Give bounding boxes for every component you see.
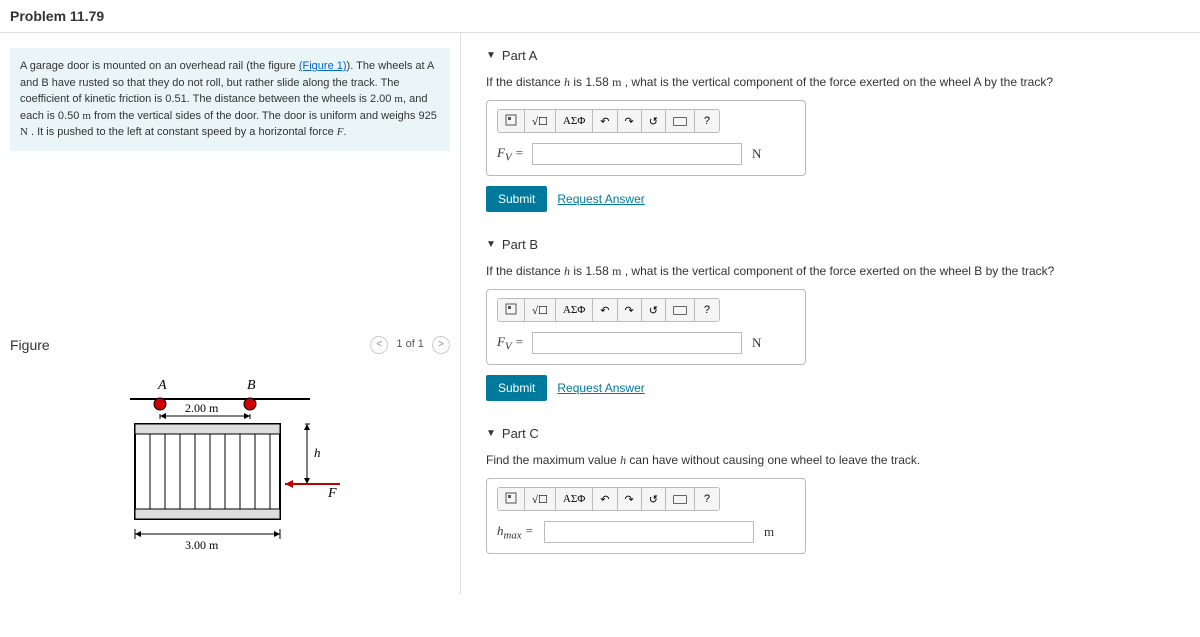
answer-input-c[interactable] <box>544 521 754 543</box>
figure-image: A B 2.00 m <box>10 369 450 572</box>
help-button[interactable]: ? <box>695 488 719 510</box>
part-b: ▼ Part B If the distance h is 1.58 m , w… <box>486 237 1175 401</box>
problem-header: Problem 11.79 <box>0 0 1200 33</box>
undo-button[interactable]: ↶ <box>593 299 617 321</box>
redo-icon: ↷ <box>625 115 634 128</box>
sqrt-icon: √☐ <box>532 304 548 317</box>
button-row-b: Submit Request Answer <box>486 375 1175 401</box>
part-a: ▼ Part A If the distance h is 1.58 m , w… <box>486 48 1175 212</box>
sqrt-button[interactable]: √☐ <box>525 299 556 321</box>
sqrt-button[interactable]: √☐ <box>525 488 556 510</box>
keyboard-icon <box>673 306 687 315</box>
svg-text:h: h <box>314 445 321 460</box>
reset-button[interactable]: ↺ <box>642 488 666 510</box>
figure-prev-button[interactable]: < <box>370 336 388 354</box>
var-label-b: FV = <box>497 334 527 353</box>
request-answer-link-b[interactable]: Request Answer <box>557 381 644 395</box>
template-button[interactable] <box>498 488 525 510</box>
caret-icon: ▼ <box>486 428 496 439</box>
sqrt-icon: √☐ <box>532 115 548 128</box>
svg-text:2.00 m: 2.00 m <box>185 401 219 415</box>
toolbar-a: √☐ ΑΣΦ ↶ ↷ ↺ ? <box>497 109 720 133</box>
template-button[interactable] <box>498 299 525 321</box>
right-pane: ▼ Part A If the distance h is 1.58 m , w… <box>460 33 1200 594</box>
undo-icon: ↶ <box>600 493 609 506</box>
greek-button[interactable]: ΑΣΦ <box>556 299 593 321</box>
part-b-question: If the distance h is 1.58 m , what is th… <box>486 264 1175 279</box>
input-row-a: FV = N <box>497 143 795 165</box>
help-button[interactable]: ? <box>695 110 719 132</box>
svg-text:B: B <box>247 378 256 393</box>
part-a-header[interactable]: ▼ Part A <box>486 48 1175 63</box>
keyboard-button[interactable] <box>666 488 695 510</box>
submit-button-a[interactable]: Submit <box>486 186 547 212</box>
toolbar-b: √☐ ΑΣΦ ↶ ↷ ↺ ? <box>497 298 720 322</box>
unit-label-c: m <box>764 524 774 540</box>
problem-title: Problem 11.79 <box>10 8 1190 24</box>
redo-icon: ↷ <box>625 493 634 506</box>
keyboard-button[interactable] <box>666 299 695 321</box>
reset-icon: ↺ <box>649 304 658 317</box>
help-button[interactable]: ? <box>695 299 719 321</box>
redo-button[interactable]: ↷ <box>618 110 642 132</box>
greek-button[interactable]: ΑΣΦ <box>556 488 593 510</box>
undo-icon: ↶ <box>600 115 609 128</box>
svg-text:A: A <box>157 378 167 393</box>
part-c: ▼ Part C Find the maximum value h can ha… <box>486 426 1175 554</box>
template-icon <box>505 303 517 318</box>
var-label-c: hmax = <box>497 523 539 542</box>
svg-text:F: F <box>327 486 337 501</box>
part-a-question: If the distance h is 1.58 m , what is th… <box>486 75 1175 90</box>
reset-button[interactable]: ↺ <box>642 110 666 132</box>
left-pane: A garage door is mounted on an overhead … <box>0 33 460 594</box>
figure-link[interactable]: (Figure 1) <box>299 60 347 72</box>
reset-icon: ↺ <box>649 493 658 506</box>
caret-icon: ▼ <box>486 239 496 250</box>
figure-nav: < 1 of 1 > <box>370 336 450 354</box>
redo-button[interactable]: ↷ <box>618 299 642 321</box>
answer-input-b[interactable] <box>532 332 742 354</box>
redo-icon: ↷ <box>625 304 634 317</box>
reset-icon: ↺ <box>649 115 658 128</box>
problem-description: A garage door is mounted on an overhead … <box>10 48 450 151</box>
undo-icon: ↶ <box>600 304 609 317</box>
button-row-a: Submit Request Answer <box>486 186 1175 212</box>
part-c-question: Find the maximum value h can have withou… <box>486 453 1175 468</box>
keyboard-button[interactable] <box>666 110 695 132</box>
part-b-answer-box: √☐ ΑΣΦ ↶ ↷ ↺ ? FV = N <box>486 289 806 365</box>
answer-input-a[interactable] <box>532 143 742 165</box>
redo-button[interactable]: ↷ <box>618 488 642 510</box>
sqrt-button[interactable]: √☐ <box>525 110 556 132</box>
part-b-header[interactable]: ▼ Part B <box>486 237 1175 252</box>
part-c-header[interactable]: ▼ Part C <box>486 426 1175 441</box>
keyboard-icon <box>673 495 687 504</box>
svg-text:3.00 m: 3.00 m <box>185 538 219 552</box>
var-label-a: FV = <box>497 145 527 164</box>
part-a-answer-box: √☐ ΑΣΦ ↶ ↷ ↺ ? FV = N <box>486 100 806 176</box>
undo-button[interactable]: ↶ <box>593 110 617 132</box>
figure-next-button[interactable]: > <box>432 336 450 354</box>
submit-button-b[interactable]: Submit <box>486 375 547 401</box>
caret-icon: ▼ <box>486 50 496 61</box>
figure-header: Figure < 1 of 1 > <box>10 331 450 359</box>
reset-button[interactable]: ↺ <box>642 299 666 321</box>
template-button[interactable] <box>498 110 525 132</box>
template-icon <box>505 114 517 129</box>
main-layout: A garage door is mounted on an overhead … <box>0 33 1200 594</box>
request-answer-link-a[interactable]: Request Answer <box>557 192 644 206</box>
greek-button[interactable]: ΑΣΦ <box>556 110 593 132</box>
toolbar-c: √☐ ΑΣΦ ↶ ↷ ↺ ? <box>497 487 720 511</box>
unit-label-a: N <box>752 146 761 162</box>
sqrt-icon: √☐ <box>532 493 548 506</box>
undo-button[interactable]: ↶ <box>593 488 617 510</box>
input-row-b: FV = N <box>497 332 795 354</box>
input-row-c: hmax = m <box>497 521 795 543</box>
template-icon <box>505 492 517 507</box>
keyboard-icon <box>673 117 687 126</box>
unit-label-b: N <box>752 335 761 351</box>
part-c-answer-box: √☐ ΑΣΦ ↶ ↷ ↺ ? hmax = m <box>486 478 806 554</box>
figure-title: Figure <box>10 337 50 353</box>
